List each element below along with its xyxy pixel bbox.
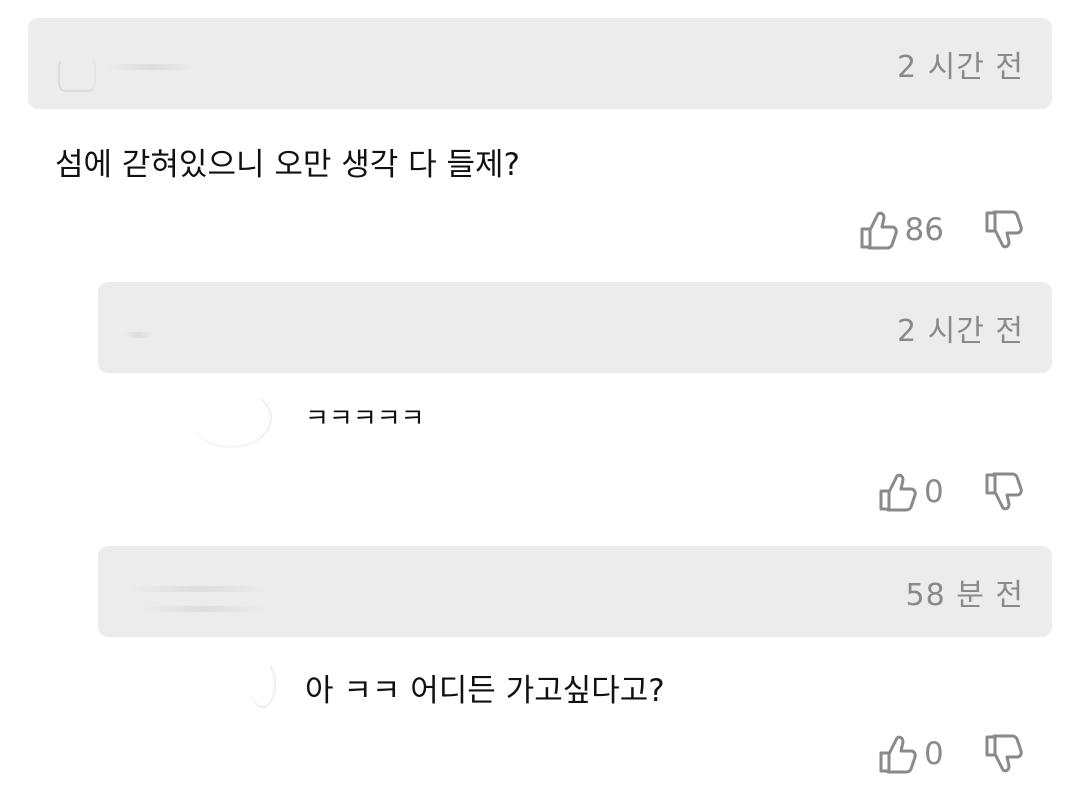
reply-thread-connector (190, 388, 272, 448)
comment-reactions: 86 (859, 208, 1024, 252)
like-count: 0 (924, 736, 944, 772)
like-count: 86 (904, 212, 944, 248)
comment-text: ㅋㅋㅋㅋㅋ (305, 404, 425, 434)
like-button[interactable] (878, 733, 918, 775)
comment-reactions: 0 (878, 470, 1024, 514)
username-redacted[interactable] (138, 606, 268, 612)
dislike-button[interactable] (984, 733, 1024, 775)
reply-header: 2 시간 전 (98, 282, 1052, 373)
comment-timestamp: 2 시간 전 (897, 313, 1024, 349)
thumbs-down-icon (985, 734, 1023, 773)
thumbs-up-icon (879, 735, 917, 774)
dislike-button[interactable] (984, 209, 1024, 251)
username-redacted[interactable] (124, 332, 154, 338)
comment-timestamp: 2 시간 전 (897, 49, 1024, 85)
comment-thread: 2 시간 전 섬에 갇혀있으니 오만 생각 다 들제? 86 2 시간 전 ㅋㅋ… (0, 0, 1080, 809)
dislike-button[interactable] (984, 471, 1024, 513)
reply-thread-connector (250, 660, 276, 708)
thumbs-up-icon (860, 211, 898, 250)
comment-timestamp: 58 분 전 (905, 577, 1024, 613)
avatar[interactable] (58, 58, 96, 92)
reply-header: 58 분 전 (98, 546, 1052, 637)
like-button[interactable] (878, 471, 918, 513)
comment-text: 아 ㅋㅋ 어디든 가고싶다고? (305, 673, 665, 709)
username-redacted[interactable] (106, 64, 196, 70)
username-redacted[interactable] (128, 586, 268, 592)
like-button[interactable] (859, 209, 899, 251)
like-count: 0 (924, 474, 944, 510)
comment-reactions: 0 (878, 732, 1024, 776)
thumbs-down-icon (985, 472, 1023, 511)
comment-text: 섬에 갇혀있으니 오만 생각 다 들제? (55, 147, 521, 183)
thumbs-up-icon (879, 473, 917, 512)
thumbs-down-icon (985, 210, 1023, 249)
comment-header: 2 시간 전 (28, 18, 1052, 109)
